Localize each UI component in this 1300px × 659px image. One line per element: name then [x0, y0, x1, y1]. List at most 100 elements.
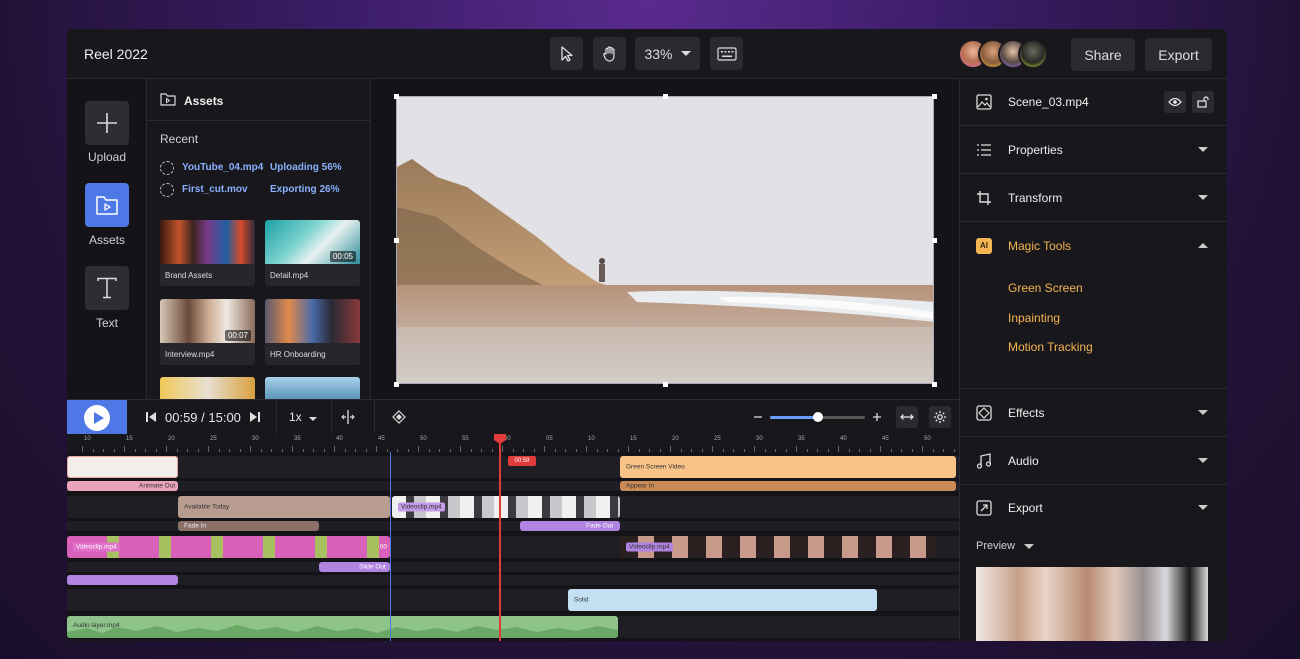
- cursor-icon: [560, 45, 573, 62]
- clip-end-label: 00: [379, 543, 387, 551]
- play-icon: [84, 404, 110, 431]
- effects-icon: [976, 405, 992, 421]
- zoom-select[interactable]: 33%: [635, 37, 700, 70]
- share-button[interactable]: Share: [1071, 38, 1135, 71]
- crop-icon: [977, 191, 991, 205]
- transform-section[interactable]: Transform: [960, 175, 1227, 222]
- properties-label: Properties: [1008, 143, 1063, 157]
- clip-label: Videoclip.mp4: [626, 542, 673, 552]
- clip-label: Slide Out: [359, 563, 386, 571]
- editor-window: Reel 2022 33% Share Export Upload Assets: [67, 29, 1227, 641]
- magic-tools-label[interactable]: Magic Tools: [1008, 239, 1071, 253]
- ai-badge-icon: AI: [976, 238, 992, 254]
- effects-section[interactable]: Effects: [960, 390, 1227, 437]
- audio-section[interactable]: Audio: [960, 438, 1227, 485]
- videoclip-b[interactable]: Videoclip.mp4 00: [67, 536, 390, 558]
- title-clip[interactable]: [67, 456, 178, 478]
- motion-tracking-tool[interactable]: Motion Tracking: [1008, 340, 1093, 354]
- beach-scene-image: [397, 97, 933, 383]
- zoom-out-icon[interactable]: [753, 412, 763, 422]
- keyframe-icon[interactable]: [390, 410, 408, 424]
- asset-item[interactable]: [160, 377, 255, 399]
- videoclip-c[interactable]: Videoclip.mp4: [620, 536, 937, 558]
- magic-tools-section: AI Magic Tools Green Screen Inpainting M…: [960, 223, 1227, 389]
- assets-button[interactable]: [85, 183, 129, 227]
- resize-handle[interactable]: [394, 94, 399, 99]
- keyboard-shortcuts-button[interactable]: [710, 37, 743, 70]
- resize-handle[interactable]: [394, 238, 399, 243]
- clip-label: Green Screen Video: [626, 463, 685, 471]
- text-tool-button[interactable]: [85, 266, 129, 310]
- timeline-settings-button[interactable]: [929, 406, 951, 428]
- videoclip-a[interactable]: Videoclip.mp4: [392, 496, 620, 518]
- playback-speed-select[interactable]: 1x: [289, 410, 318, 424]
- timeline-tracks: Green Screen Video Animate Out Appear In…: [67, 452, 959, 641]
- export-section-label: Export: [1008, 501, 1043, 515]
- video-preview[interactable]: [396, 96, 934, 384]
- preview-area: [371, 79, 959, 399]
- animation-clip[interactable]: [67, 575, 178, 585]
- zoom-in-icon[interactable]: [872, 412, 882, 422]
- green-screen-clip[interactable]: Green Screen Video: [620, 456, 956, 478]
- clip-label: Audio layer.mp4: [73, 622, 120, 629]
- asset-item[interactable]: [265, 377, 360, 399]
- animate-out-clip[interactable]: Animate Out: [67, 481, 178, 491]
- chevron-down-icon: [1198, 147, 1208, 152]
- ruler-tick-label: 35: [798, 436, 805, 442]
- asset-folder-hr[interactable]: HR Onboarding: [265, 299, 360, 365]
- playhead[interactable]: [499, 434, 501, 641]
- asset-detail-video[interactable]: 00:05 Detail.mp4: [265, 220, 360, 286]
- text-clip[interactable]: Available Today: [178, 496, 390, 518]
- fade-in-clip[interactable]: Fade In: [178, 521, 319, 531]
- upload-button[interactable]: [85, 101, 129, 145]
- loading-spinner-icon: [160, 183, 174, 197]
- visibility-toggle[interactable]: [1164, 91, 1186, 113]
- play-button[interactable]: [67, 400, 127, 435]
- resize-handle[interactable]: [932, 94, 937, 99]
- asset-folder-brand[interactable]: Brand Assets: [160, 220, 255, 286]
- fit-timeline-button[interactable]: [896, 406, 918, 428]
- timeline-ruler[interactable]: 10 15 20 25 30 35 40 45 50 55 00 05 10 15 20 25 30 35 40 45…: [67, 434, 959, 452]
- ruler-tick-label: 35: [294, 436, 301, 442]
- asset-interview-video[interactable]: 00:07 Interview.mp4: [160, 299, 255, 365]
- preview-dropdown[interactable]: Preview: [976, 540, 1035, 552]
- ruler-tick-label: 50: [924, 436, 931, 442]
- chevron-down-icon: [309, 417, 318, 421]
- green-screen-tool[interactable]: Green Screen: [1008, 281, 1083, 295]
- properties-section[interactable]: Properties: [960, 127, 1227, 174]
- fade-out-clip[interactable]: Fade Out: [520, 521, 620, 531]
- select-tool-button[interactable]: [550, 37, 583, 70]
- resize-handle[interactable]: [663, 94, 668, 99]
- slide-out-clip[interactable]: Slide Out: [319, 562, 390, 572]
- inpainting-tool[interactable]: Inpainting: [1008, 311, 1060, 325]
- skip-forward-icon[interactable]: [249, 411, 261, 423]
- clip-label: Fade In: [184, 522, 207, 530]
- skip-back-icon[interactable]: [145, 411, 157, 423]
- hand-tool-button[interactable]: [593, 37, 626, 70]
- resize-handle[interactable]: [394, 382, 399, 387]
- resize-handle[interactable]: [932, 238, 937, 243]
- solid-clip[interactable]: Solid: [568, 589, 877, 611]
- resize-handle[interactable]: [932, 382, 937, 387]
- resize-handle[interactable]: [663, 382, 668, 387]
- split-icon[interactable]: [340, 409, 356, 425]
- timeline-toolbar: 00:59 / 15:00 1x: [67, 399, 959, 435]
- waveform-icon: [67, 625, 618, 638]
- lock-toggle[interactable]: [1192, 91, 1214, 113]
- export-button[interactable]: Export: [1145, 38, 1212, 71]
- divider: [374, 400, 375, 435]
- chevron-up-icon[interactable]: [1198, 243, 1208, 248]
- timeline-zoom-slider[interactable]: [770, 412, 865, 422]
- asset-duration: 00:05: [329, 251, 356, 262]
- ruler-tick-label: 25: [210, 436, 217, 442]
- speed-value: 1x: [289, 410, 302, 424]
- export-section[interactable]: Export: [960, 485, 1227, 532]
- track-row: [67, 562, 959, 572]
- appear-in-clip[interactable]: Appear In: [620, 481, 956, 491]
- zoom-slider-knob[interactable]: [813, 412, 823, 422]
- upload-status: Uploading 56%: [270, 162, 342, 173]
- collaborator-avatar[interactable]: [1018, 39, 1048, 69]
- clip-label: Videoclip.mp4: [73, 542, 120, 552]
- audio-clip[interactable]: Audio layer.mp4: [67, 616, 618, 638]
- ruler-tick-label: 05: [546, 436, 553, 442]
